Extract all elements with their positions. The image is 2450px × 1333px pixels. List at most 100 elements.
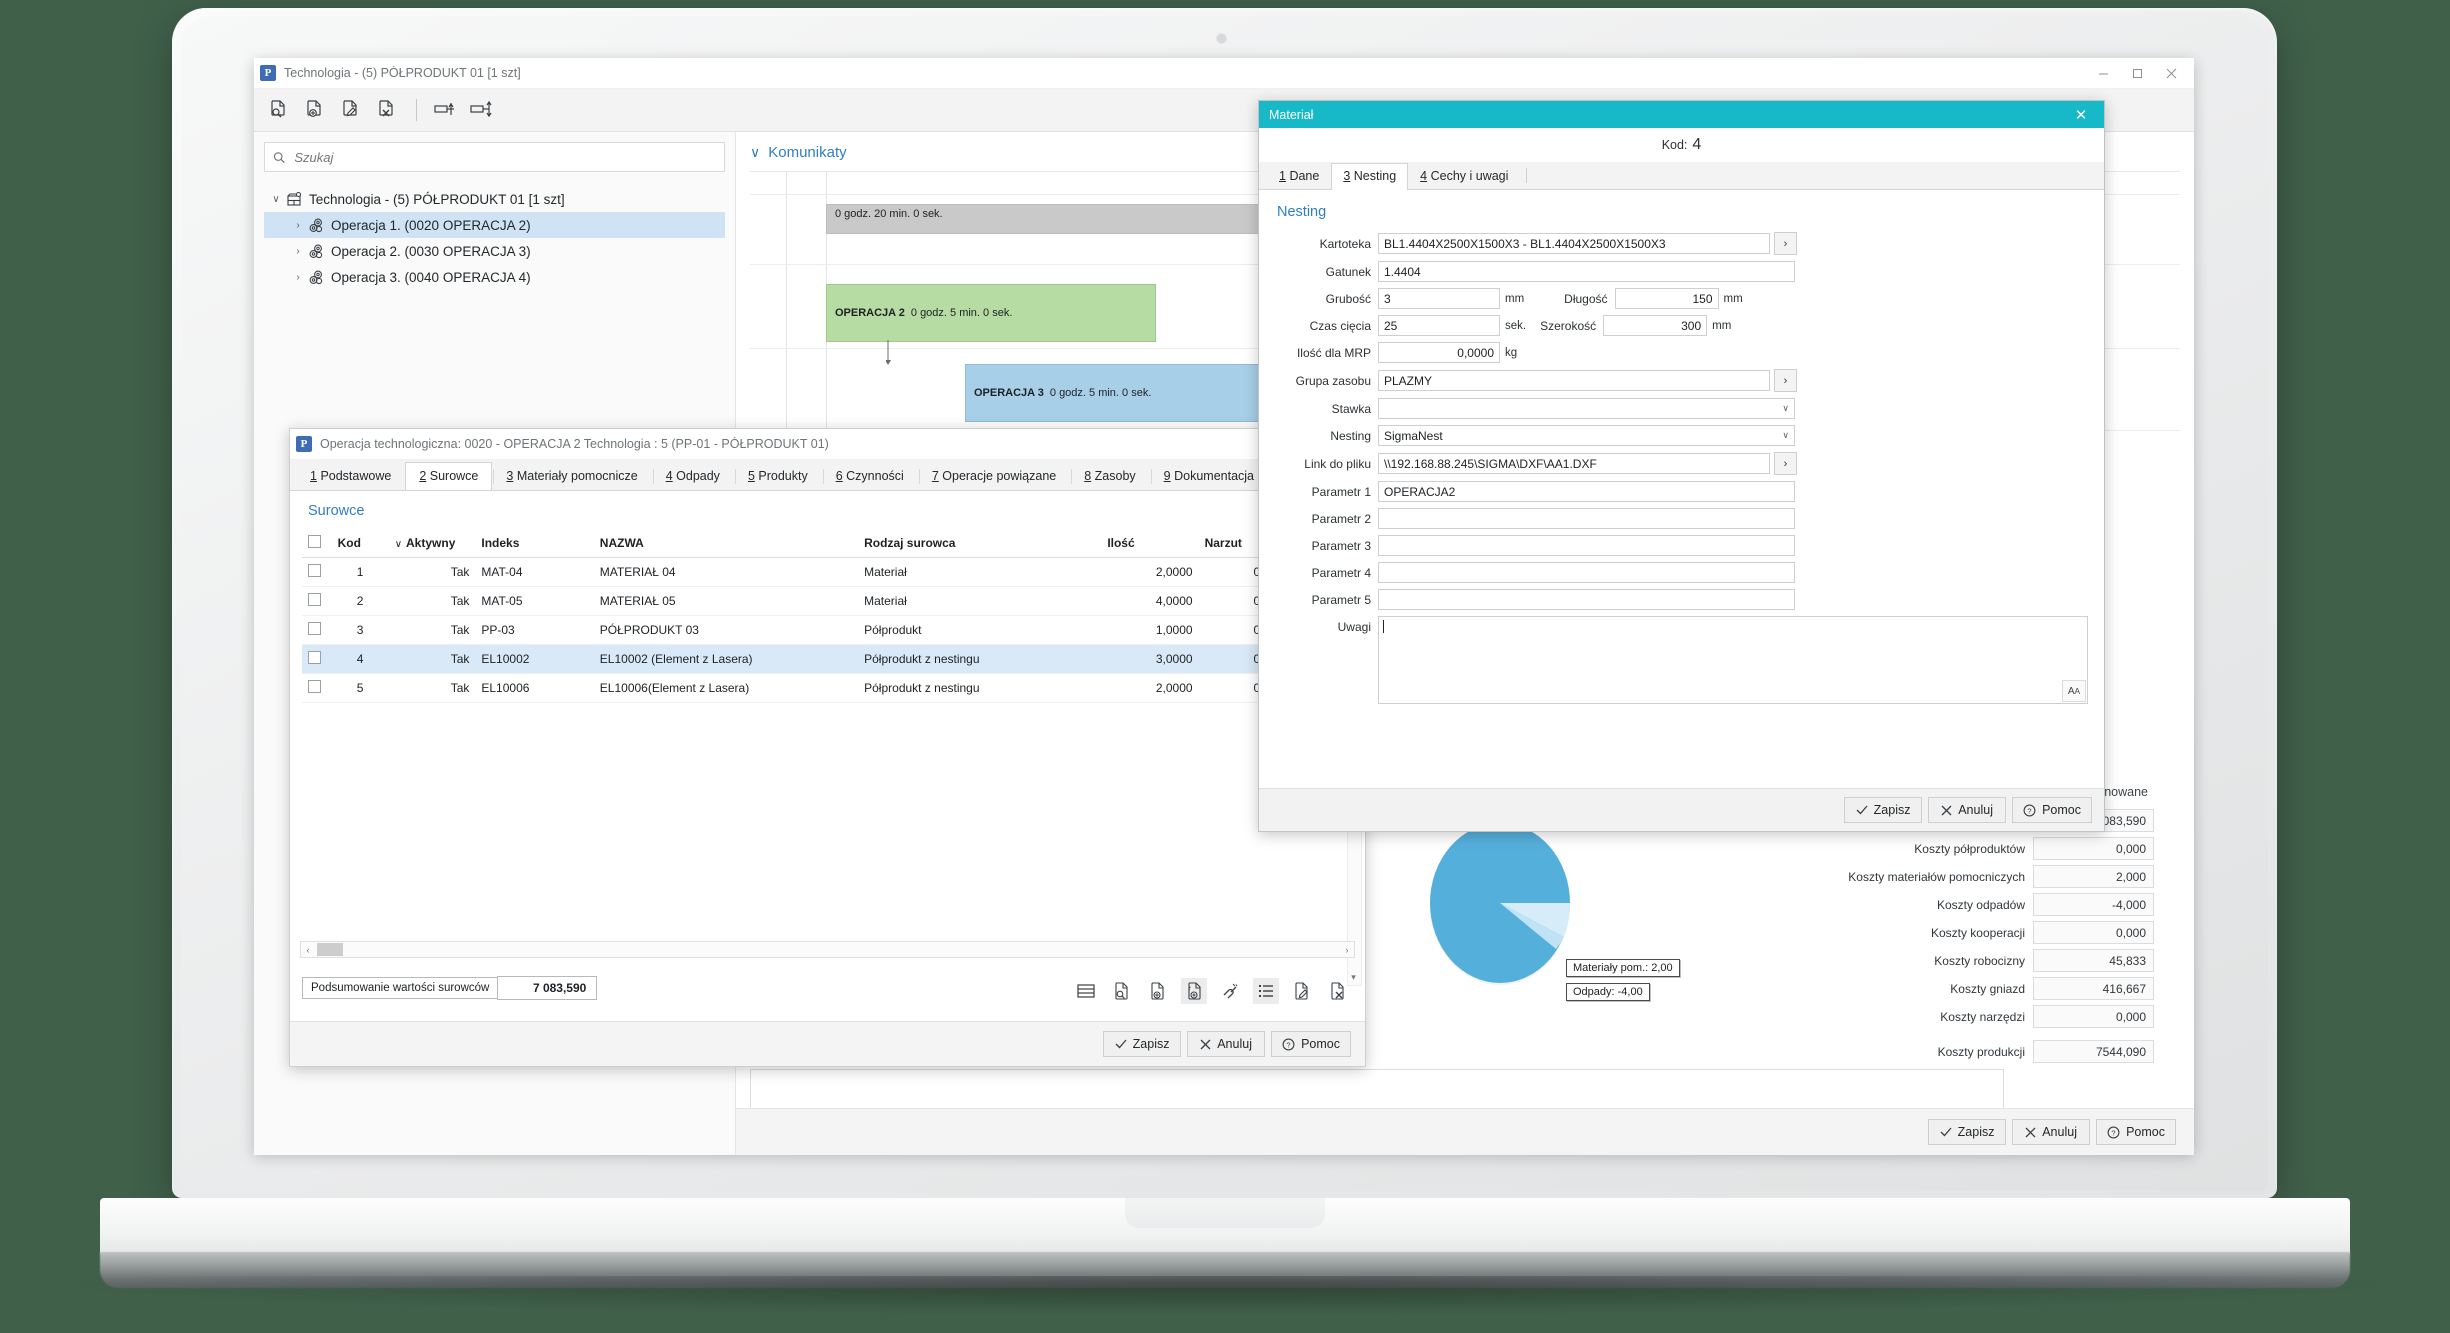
grubosc-input[interactable]: 3 <box>1378 288 1500 309</box>
parametr3-input[interactable] <box>1378 535 1795 556</box>
cancel-button[interactable]: Anuluj <box>1187 1031 1266 1057</box>
document-search-icon[interactable] <box>264 95 294 125</box>
grupa-zasobu-input[interactable]: PLAZMY <box>1378 370 1770 391</box>
checkbox-icon[interactable] <box>308 535 321 548</box>
scroll-left-icon[interactable]: ‹ <box>301 945 315 955</box>
parametr4-input[interactable] <box>1378 562 1795 583</box>
table-row[interactable]: 5 Tak EL10006 EL10006(Element z Lasera) … <box>302 673 1353 703</box>
maximize-icon[interactable] <box>2120 59 2154 87</box>
gantt-bar-operacja-3[interactable]: OPERACJA 3 0 godz. 5 min. 0 sek. <box>965 364 1295 422</box>
close-icon[interactable] <box>2154 59 2188 87</box>
uwagi-textarea[interactable]: AA <box>1378 616 2088 704</box>
search-box[interactable] <box>264 142 725 172</box>
gantt-bar-operacja-2[interactable]: OPERACJA 2 0 godz. 5 min. 0 sek. <box>826 284 1156 342</box>
document-delete-icon[interactable] <box>372 95 402 125</box>
help-button[interactable]: ? Pomoc <box>1271 1031 1351 1057</box>
help-button[interactable]: ? Pomoc <box>2012 797 2092 823</box>
minimize-icon[interactable] <box>2086 59 2120 87</box>
szerokosc-input[interactable]: 300 <box>1603 315 1708 336</box>
tree-item-operacja-3[interactable]: › Operacja 3. (0040 OPERACJA 4) <box>264 264 725 290</box>
document-edit-icon[interactable] <box>1289 978 1315 1004</box>
chevron-down-icon[interactable]: ∨ <box>750 144 760 161</box>
row-checkbox[interactable] <box>302 673 332 703</box>
chevron-right-icon[interactable]: › <box>290 220 306 231</box>
scrollbar-thumb[interactable] <box>317 943 343 956</box>
col-ilosc[interactable]: Ilość <box>1101 529 1199 558</box>
col-nazwa[interactable]: NAZWA <box>593 529 859 558</box>
tab-operacje-powiazane[interactable]: 7 Operacje powiązane <box>918 462 1070 490</box>
row-checkbox[interactable] <box>302 615 332 645</box>
list-icon[interactable] <box>1253 978 1279 1004</box>
tab-cechy-i-uwagi[interactable]: 4 Cechy i uwagi <box>1408 163 1520 189</box>
tab-surowce[interactable]: 2 Surowce <box>405 462 493 490</box>
table-row[interactable]: 2 Tak MAT-05 MATERIAŁ 05 Materiał 4,0000… <box>302 586 1353 616</box>
ilosc-mrp-input[interactable]: 0,0000 <box>1378 342 1500 363</box>
cancel-button[interactable]: Anuluj <box>2012 1119 2091 1145</box>
stawka-select[interactable]: ∨ <box>1378 398 1795 419</box>
tree-item-operacja-1[interactable]: › Operacja 1. (0020 OPERACJA 2) <box>264 212 725 238</box>
czas-ciecia-input[interactable]: 25 <box>1378 315 1500 336</box>
checkbox-icon[interactable] <box>308 651 321 664</box>
col-indeks[interactable]: Indeks <box>475 529 594 558</box>
tab-produkty[interactable]: 5 Produkty <box>734 462 822 490</box>
chevron-down-icon[interactable]: ∨ <box>268 194 284 205</box>
scrollbar-track[interactable] <box>315 943 1340 956</box>
row-checkbox[interactable] <box>302 586 332 616</box>
col-aktywny[interactable]: ∨ Aktywny <box>388 529 476 558</box>
table-horizontal-scrollbar[interactable]: ‹ › <box>300 941 1355 958</box>
link-do-pliku-input[interactable]: \\192.168.88.245\SIGMA\DXF\AA1.DXF <box>1378 453 1770 474</box>
document-copy-add-icon[interactable] <box>1181 978 1207 1004</box>
tree-item-root[interactable]: ∨ Technologia - (5) PÓŁPRODUKT 01 [1 szt… <box>264 186 725 212</box>
row-checkbox[interactable] <box>302 644 332 674</box>
table-row[interactable]: 4 Tak EL10002 EL10002 (Element z Lasera)… <box>302 644 1353 674</box>
select-all-header[interactable] <box>302 529 332 558</box>
chevron-down-icon[interactable]: ∨ <box>1782 403 1789 414</box>
scroll-right-icon[interactable]: › <box>1340 945 1354 955</box>
gatunek-input[interactable]: 1.4404 <box>1378 261 1795 282</box>
document-add-icon[interactable] <box>1145 978 1171 1004</box>
checkbox-icon[interactable] <box>308 680 321 693</box>
tab-odpady[interactable]: 4 Odpady <box>652 462 734 490</box>
document-edit-icon[interactable] <box>336 95 366 125</box>
parametr2-input[interactable] <box>1378 508 1795 529</box>
chevron-right-icon[interactable]: › <box>290 272 306 283</box>
checkbox-icon[interactable] <box>308 622 321 635</box>
tab-czynnosci[interactable]: 6 Czynności <box>822 462 918 490</box>
nesting-select[interactable]: SigmaNest ∨ <box>1378 425 1795 446</box>
tab-podstawowe[interactable]: 1 Podstawowe <box>296 462 405 490</box>
save-button[interactable]: Zapisz <box>1928 1119 2007 1145</box>
kartoteka-lookup-button[interactable]: › <box>1774 232 1797 255</box>
tab-dokumentacja[interactable]: 9 Dokumentacja <box>1150 462 1268 490</box>
table-layout-icon[interactable] <box>1073 978 1099 1004</box>
close-icon[interactable]: ✕ <box>2068 102 2094 128</box>
document-delete-icon[interactable] <box>1325 978 1351 1004</box>
cancel-button[interactable]: Anuluj <box>1928 797 2007 823</box>
table-row[interactable]: 3 Tak PP-03 PÓŁPRODUKT 03 Półprodukt 1,0… <box>302 615 1353 645</box>
arrow-collapse-icon[interactable] <box>431 95 461 125</box>
help-button[interactable]: ? Pomoc <box>2096 1119 2176 1145</box>
search-input[interactable] <box>292 148 716 166</box>
checkbox-icon[interactable] <box>308 593 321 606</box>
format-text-icon[interactable]: AA <box>2062 680 2086 702</box>
chevron-right-icon[interactable]: › <box>290 246 306 257</box>
document-search-icon[interactable] <box>1109 978 1135 1004</box>
tab-zasoby[interactable]: 8 Zasoby <box>1070 462 1149 490</box>
row-checkbox[interactable] <box>302 557 332 587</box>
document-add-icon[interactable] <box>300 95 330 125</box>
save-button[interactable]: Zapisz <box>1103 1031 1182 1057</box>
parametr1-input[interactable]: OPERACJA2 <box>1378 481 1795 502</box>
link-break-icon[interactable] <box>1217 978 1243 1004</box>
tab-dane[interactable]: 1 Dane <box>1267 163 1331 189</box>
parametr5-input[interactable] <box>1378 589 1795 610</box>
grupa-zasobu-lookup-button[interactable]: › <box>1774 369 1797 392</box>
table-row[interactable]: 1 Tak MAT-04 MATERIAŁ 04 Materiał 2,0000… <box>302 557 1353 587</box>
save-button[interactable]: Zapisz <box>1844 797 1923 823</box>
arrow-expand-icon[interactable] <box>467 95 497 125</box>
checkbox-icon[interactable] <box>308 564 321 577</box>
dlugosc-input[interactable]: 150 <box>1614 288 1719 309</box>
kartoteka-input[interactable]: BL1.4404X2500X1500X3 - BL1.4404X2500X150… <box>1378 233 1770 254</box>
col-rodzaj-surowca[interactable]: Rodzaj surowca <box>858 529 1102 558</box>
col-kod[interactable]: Kod <box>331 529 389 558</box>
tab-nesting[interactable]: 3 Nesting <box>1331 163 1409 190</box>
tree-item-operacja-2[interactable]: › Operacja 2. (0030 OPERACJA 3) <box>264 238 725 264</box>
